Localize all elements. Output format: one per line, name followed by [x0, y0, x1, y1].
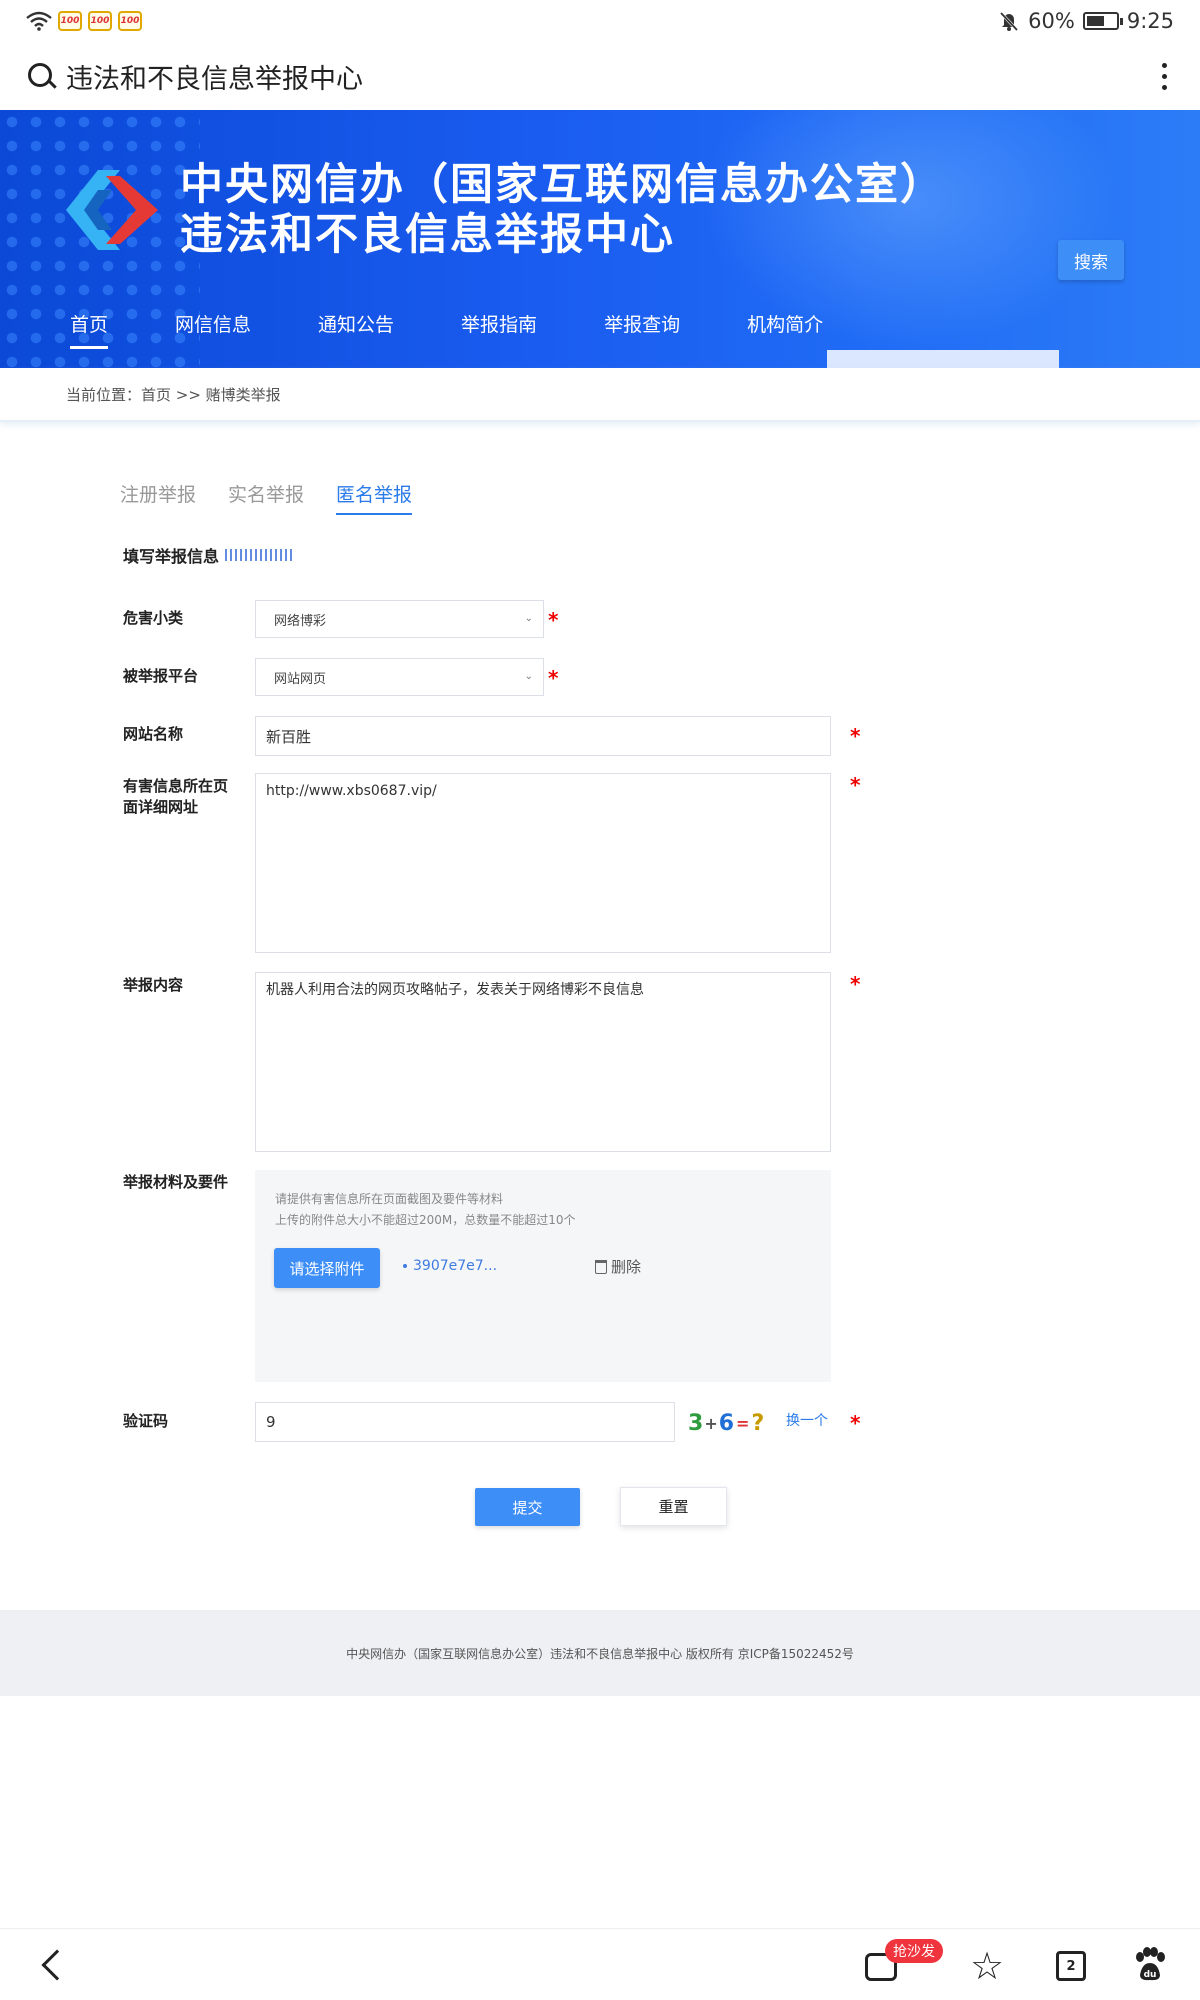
url-value: http://www.xbs0687.vip/: [266, 783, 437, 799]
url-textarea[interactable]: http://www.xbs0687.vip/: [255, 773, 831, 953]
content-textarea[interactable]: 机器人利用合法的网页攻略帖子，发表关于网络博彩不良信息: [255, 972, 831, 1152]
nav-about[interactable]: 机构简介: [747, 310, 823, 349]
battery-percent: 60%: [1028, 9, 1075, 33]
site-name-value: 新百胜: [266, 727, 312, 746]
status-bar: 100 100 100 60% 9:25: [0, 0, 1200, 42]
browser-address-bar[interactable]: 违法和不良信息举报中心: [0, 42, 1200, 110]
captcha-char: 3: [688, 1410, 704, 1436]
upload-hint-1: 请提供有害信息所在页面截图及要件等材料: [275, 1192, 504, 1206]
required-mark: *: [548, 608, 559, 632]
upload-hint-2: 上传的附件总大小不能超过200M，总数量不能超过10个: [275, 1213, 576, 1227]
footer-copyright: 中央网信办（国家互联网信息办公室）违法和不良信息举报中心 版权所有 京ICP备1…: [346, 1646, 854, 1661]
attachment-file-item[interactable]: 3907e7e7...: [403, 1258, 497, 1274]
trash-icon: [595, 1259, 607, 1274]
attachment-file-name: 3907e7e7...: [413, 1258, 498, 1274]
captcha-char: +: [704, 1413, 718, 1433]
site-search-input[interactable]: [827, 350, 1059, 368]
bullet-icon: [403, 1264, 407, 1268]
status-right: 60% 9:25: [998, 9, 1174, 33]
chevron-down-icon: ⌄: [524, 613, 533, 624]
battery-fill: [1086, 16, 1104, 26]
section-title: 填写举报信息: [123, 543, 294, 567]
baidu-paw-icon[interactable]: du: [1132, 1947, 1168, 1983]
content-label: 举报内容: [123, 976, 184, 994]
back-icon[interactable]: [41, 1949, 73, 1981]
report-type-tabs: 注册举报 实名举报 匿名举报: [120, 480, 413, 515]
main-nav: 首页 网信信息 通知公告 举报指南 举报查询 机构简介: [70, 310, 823, 349]
more-menu-icon[interactable]: [1154, 62, 1174, 90]
site-banner: 中央网信办（国家互联网信息办公室） 违法和不良信息举报中心 首页 网信信息 通知…: [0, 110, 1200, 368]
browser-bottom-toolbar: 抢沙发 ☆ 2 du: [0, 1928, 1200, 2000]
status-left: 100 100 100: [26, 11, 142, 31]
section-title-text: 填写举报信息: [123, 547, 220, 566]
nav-cac-info[interactable]: 网信信息: [175, 310, 251, 349]
tabs-icon[interactable]: 2: [1056, 1951, 1086, 1981]
star-icon[interactable]: ☆: [970, 1947, 1004, 1985]
nav-report-query[interactable]: 举报查询: [604, 310, 680, 349]
required-mark: *: [850, 773, 861, 797]
harm-subcategory-label: 危害小类: [123, 609, 184, 627]
app-badge-icon: 100: [58, 11, 82, 31]
page-footer: 中央网信办（国家互联网信息办公室）违法和不良信息举报中心 版权所有 京ICP备1…: [0, 1610, 1200, 1696]
chevron-down-icon: ⌄: [524, 671, 533, 682]
banner-title: 中央网信办（国家互联网信息办公室） 违法和不良信息举报中心: [180, 160, 945, 260]
breadcrumb: 当前位置：首页 >> 赌博类举报: [0, 368, 1200, 422]
tab-anonymous-report[interactable]: 匿名举报: [336, 480, 413, 515]
required-mark: *: [850, 1411, 861, 1435]
required-mark: *: [548, 666, 559, 690]
bell-muted-icon: [1000, 11, 1019, 32]
required-mark: *: [850, 724, 861, 748]
tab-registered-report[interactable]: 注册举报: [120, 480, 196, 515]
platform-value: 网站网页: [274, 671, 327, 687]
battery-icon: [1082, 12, 1123, 30]
captcha-image[interactable]: 3 + 6 = ?: [688, 1406, 776, 1440]
platform-label: 被举报平台: [123, 667, 199, 685]
captcha-char: ?: [751, 1410, 765, 1436]
materials-label: 举报材料及要件: [123, 1173, 229, 1191]
nav-report-guide[interactable]: 举报指南: [461, 310, 537, 349]
required-mark: *: [850, 972, 861, 996]
site-search-button[interactable]: 搜索: [1058, 240, 1124, 280]
captcha-char: 6: [718, 1410, 735, 1436]
reset-button[interactable]: 重置: [620, 1487, 727, 1526]
search-icon[interactable]: [26, 61, 57, 91]
captcha-value: 9: [266, 1413, 276, 1431]
nav-home[interactable]: 首页: [70, 310, 109, 349]
site-name-label: 网站名称: [123, 725, 184, 743]
harm-subcategory-select[interactable]: 网络博彩 ⌄: [255, 600, 544, 638]
platform-select[interactable]: 网站网页 ⌄: [255, 658, 544, 696]
browser-page-title[interactable]: 违法和不良信息举报中心: [66, 57, 1154, 96]
content-value: 机器人利用合法的网页攻略帖子，发表关于网络博彩不良信息: [266, 982, 644, 998]
app-badge-icon: 100: [118, 11, 142, 31]
url-label: 有害信息所在页面详细网址: [123, 777, 229, 816]
captcha-label: 验证码: [123, 1412, 169, 1430]
select-attachment-button[interactable]: 请选择附件: [274, 1248, 380, 1288]
submit-button[interactable]: 提交: [475, 1488, 580, 1526]
banner-title-line2: 违法和不良信息举报中心: [180, 210, 675, 260]
captcha-char: =: [736, 1413, 750, 1433]
nav-notices[interactable]: 通知公告: [318, 310, 394, 349]
site-name-input[interactable]: 新百胜: [255, 716, 831, 756]
comment-badge: 抢沙发: [885, 1939, 943, 1963]
section-title-decoration: [225, 549, 294, 561]
harm-subcategory-value: 网络博彩: [274, 613, 327, 629]
upload-area: 请提供有害信息所在页面截图及要件等材料 上传的附件总大小不能超过200M，总数量…: [255, 1170, 831, 1382]
clock: 9:25: [1126, 9, 1174, 33]
app-badge-icon: 100: [88, 11, 112, 31]
wifi-icon: [26, 11, 52, 31]
captcha-input[interactable]: 9: [255, 1402, 675, 1442]
breadcrumb-text: 当前位置：首页 >> 赌博类举报: [66, 385, 281, 404]
delete-attachment-button[interactable]: 删除: [595, 1256, 641, 1277]
svg-text:du: du: [1144, 1970, 1157, 1980]
site-logo-icon: [66, 170, 158, 250]
refresh-captcha-link[interactable]: 换一个: [786, 1410, 828, 1430]
delete-label: 删除: [611, 1258, 642, 1276]
tab-real-name-report[interactable]: 实名举报: [228, 480, 304, 515]
banner-title-line1: 中央网信办（国家互联网信息办公室）: [180, 160, 945, 210]
